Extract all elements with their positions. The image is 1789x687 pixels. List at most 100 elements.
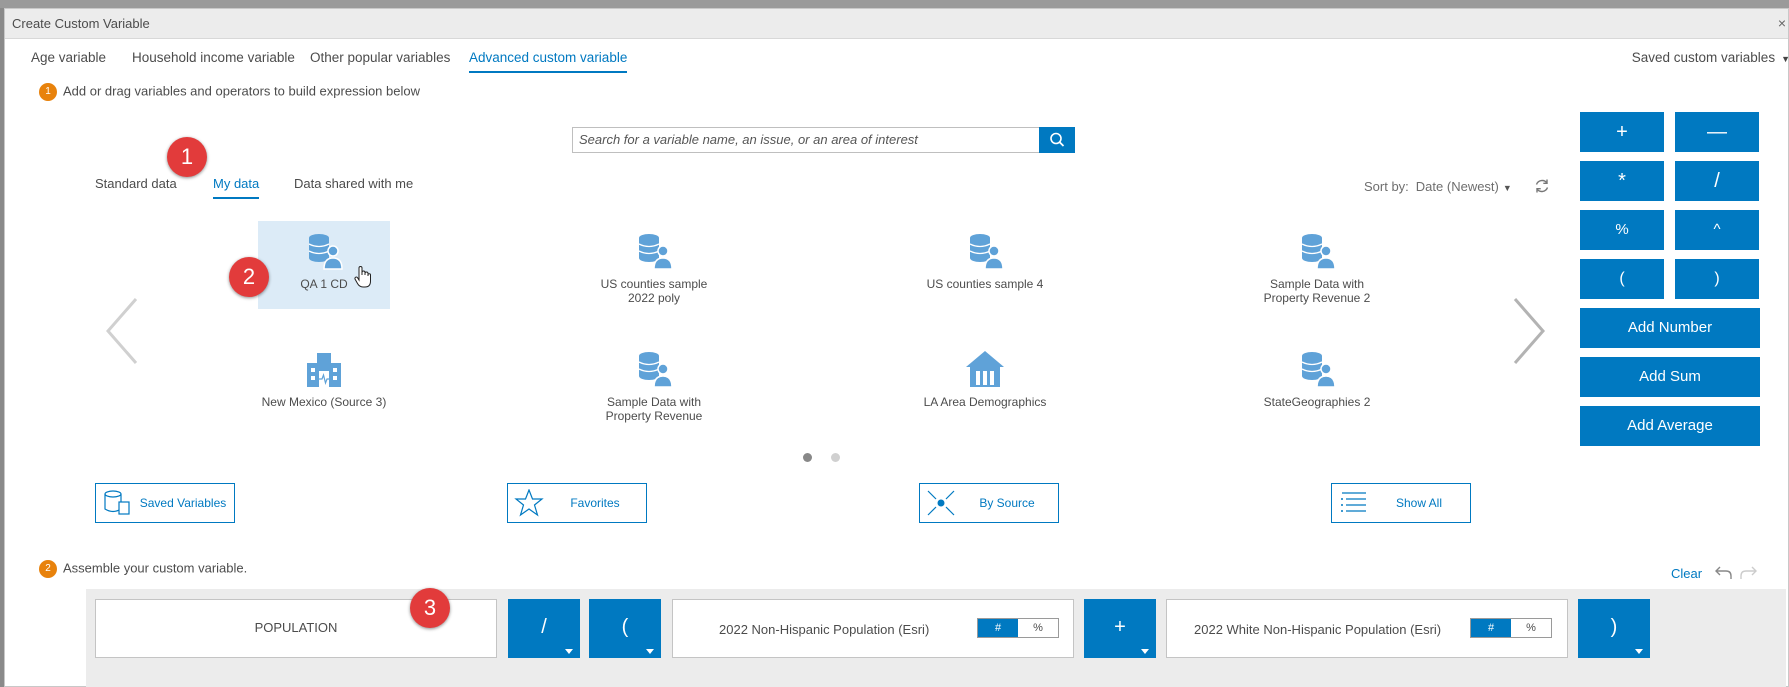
divide-token[interactable]: / (508, 599, 580, 658)
refresh-icon[interactable] (1533, 177, 1551, 195)
dataset-tile[interactable]: LA Area Demographics (919, 339, 1051, 427)
saved-custom-variables-dropdown[interactable]: Saved custom variables ▼ (1632, 50, 1789, 65)
tab-age-variable[interactable]: Age variable (31, 50, 106, 71)
close-paren-button[interactable]: ) (1675, 259, 1759, 299)
redo-icon[interactable] (1738, 562, 1758, 582)
step-number-badge: 2 (39, 560, 57, 578)
tile-label: Sample Data with Property Revenue (605, 395, 703, 423)
database-user-icon (638, 352, 673, 388)
plus-operator-button[interactable]: + (1580, 112, 1664, 152)
sort-control: Sort by: Date (Newest) ▼ (1364, 179, 1512, 194)
percent-toggle[interactable]: % (1018, 619, 1058, 637)
next-page-arrow-icon[interactable] (1501, 291, 1551, 371)
divide-token-label: / (541, 616, 547, 638)
clear-button[interactable]: Clear (1671, 566, 1702, 581)
variable-token-label: 2022 White Non-Hispanic Population (Esri… (1194, 622, 1442, 637)
close-paren-token-label: ) (1610, 616, 1618, 638)
close-icon[interactable]: × (1778, 15, 1786, 31)
page-dot-active[interactable] (803, 453, 812, 462)
search-input[interactable] (579, 132, 979, 147)
show-all-label: Show All (1395, 496, 1443, 510)
search-icon (1050, 132, 1065, 147)
variable-token[interactable]: 2022 White Non-Hispanic Population (Esri… (1166, 599, 1568, 658)
list-icon (1341, 492, 1366, 512)
saved-variables-button[interactable]: Saved Variables (95, 483, 235, 523)
show-all-button[interactable]: Show All (1331, 483, 1471, 523)
dataset-tile[interactable]: New Mexico (Source 3) (258, 339, 390, 427)
divide-operator-button[interactable]: / (1675, 161, 1759, 201)
database-user-icon (638, 234, 673, 270)
variable-token[interactable]: 2022 Non-Hispanic Population (Esri) # % (672, 599, 1074, 658)
step-1-instruction: 1 Add or drag variables and operators to … (39, 83, 420, 101)
background-strip (0, 0, 1789, 8)
dataset-tile[interactable]: QA 1 CD (258, 221, 390, 309)
subtab-data-shared-with-me[interactable]: Data shared with me (294, 176, 413, 197)
undo-icon[interactable] (1714, 562, 1734, 582)
sort-dropdown[interactable]: Date (Newest) ▼ (1416, 179, 1512, 194)
saved-custom-variables-label: Saved custom variables (1631, 50, 1776, 65)
by-source-icon (927, 490, 955, 516)
sort-value: Date (Newest) (1415, 179, 1499, 194)
caret-down-icon (565, 649, 573, 654)
create-custom-variable-dialog: Create Custom Variable × Age variable Ho… (4, 8, 1789, 687)
tab-household-income-variable[interactable]: Household income variable (132, 50, 295, 71)
percent-toggle[interactable]: % (1511, 619, 1551, 637)
dataset-tile[interactable]: Sample Data with Property Revenue (588, 339, 720, 427)
tile-label: LA Area Demographics (923, 395, 1047, 409)
tab-advanced-custom-variable[interactable]: Advanced custom variable (469, 50, 628, 73)
minus-operator-button[interactable]: — (1675, 112, 1759, 152)
favorites-label: Favorites (570, 496, 620, 510)
tile-label: US counties sample 2022 poly (600, 277, 708, 305)
step-1-text: Add or drag variables and operators to b… (63, 83, 420, 99)
subtab-standard-data[interactable]: Standard data (95, 176, 177, 197)
caret-down-icon (646, 649, 654, 654)
tab-other-popular-variables[interactable]: Other popular variables (310, 50, 450, 71)
open-paren-token[interactable]: ( (589, 599, 661, 658)
building-icon (307, 353, 341, 387)
favorites-button[interactable]: Favorites (507, 483, 647, 523)
number-toggle[interactable]: # (978, 619, 1018, 637)
previous-page-arrow-icon[interactable] (100, 291, 150, 371)
dialog-title: Create Custom Variable (12, 16, 150, 31)
subtab-my-data[interactable]: My data (213, 176, 260, 199)
by-source-button[interactable]: By Source (919, 483, 1059, 523)
database-user-icon (308, 234, 343, 270)
search-box (572, 127, 1075, 153)
tile-label: New Mexico (Source 3) (261, 395, 387, 409)
exponent-operator-button[interactable]: ^ (1675, 210, 1759, 250)
add-average-button[interactable]: Add Average (1580, 406, 1760, 446)
database-user-icon (1301, 352, 1336, 388)
dataset-tile[interactable]: StateGeographies 2 (1251, 339, 1383, 427)
add-sum-button[interactable]: Add Sum (1580, 357, 1760, 397)
by-source-label: By Source (979, 496, 1035, 510)
search-button[interactable] (1039, 127, 1075, 153)
title-bar: Create Custom Variable × (5, 9, 1788, 39)
step-2-text: Assemble your custom variable. (63, 560, 248, 576)
sort-label: Sort by: (1364, 179, 1409, 194)
close-paren-token[interactable]: ) (1578, 599, 1650, 658)
chevron-down-icon: ▼ (1781, 54, 1789, 64)
database-user-icon (1301, 234, 1336, 270)
dataset-tile[interactable]: US counties sample 2022 poly (588, 221, 720, 309)
caret-down-icon (1635, 649, 1643, 654)
tile-label: Sample Data with Property Revenue 2 (1263, 277, 1371, 305)
hand-cursor-icon (354, 265, 371, 288)
chevron-down-icon: ▼ (1502, 183, 1512, 193)
open-paren-button[interactable]: ( (1580, 259, 1664, 299)
dataset-tile[interactable]: Sample Data with Property Revenue 2 (1251, 221, 1383, 309)
number-toggle[interactable]: # (1471, 619, 1511, 637)
dataset-tile[interactable]: US counties sample 4 (919, 221, 1051, 309)
add-number-button[interactable]: Add Number (1580, 308, 1760, 348)
callout-badge-2: 2 (229, 257, 269, 297)
expression-builder-area: POPULATION / ( 2022 Non-Hispanic Populat… (86, 589, 1786, 687)
star-icon (514, 489, 544, 517)
callout-badge-1: 1 (167, 137, 207, 177)
caret-down-icon (1141, 649, 1149, 654)
multiply-operator-button[interactable]: * (1580, 161, 1664, 201)
page-dot[interactable] (831, 453, 840, 462)
percent-operator-button[interactable]: % (1580, 210, 1664, 250)
plus-token[interactable]: + (1084, 599, 1156, 658)
number-percent-toggle: # % (1470, 618, 1552, 638)
plus-token-label: + (1114, 616, 1126, 638)
open-paren-token-label: ( (621, 616, 629, 638)
